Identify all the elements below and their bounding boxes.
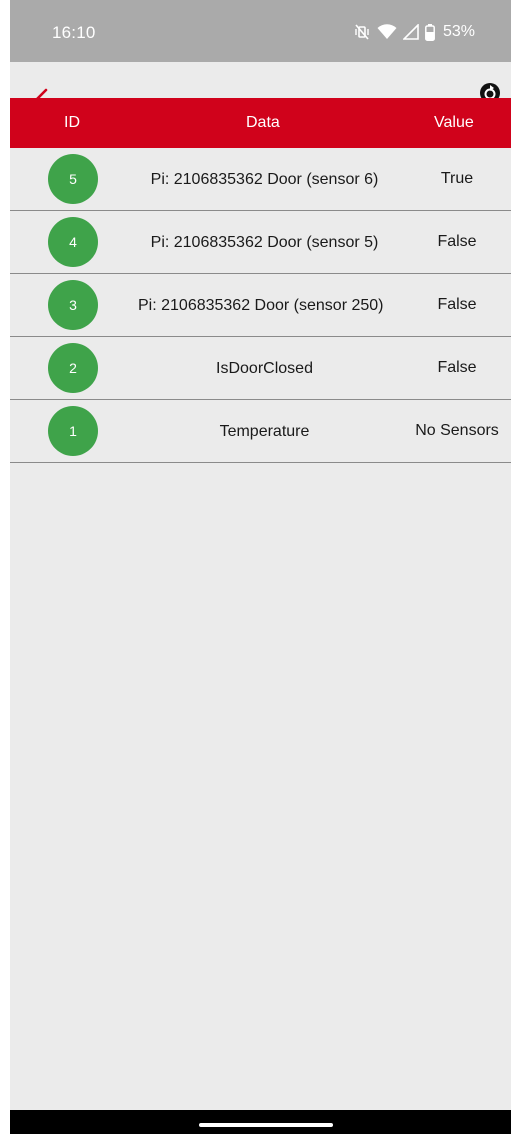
id-badge: 4 (48, 217, 98, 267)
home-indicator[interactable] (199, 1123, 333, 1127)
status-time: 16:10 (52, 23, 96, 42)
row-data: Pi: 2106835362 Door (sensor 5) (150, 233, 379, 251)
vibrate-off-icon (353, 23, 371, 41)
row-value: False (437, 296, 477, 313)
row-value: No Sensors (415, 422, 499, 439)
table-row[interactable]: 1 Temperature No Sensors (10, 400, 511, 463)
row-data: Pi: 2106835362 Door (sensor 250) (138, 296, 384, 314)
row-value: False (437, 233, 477, 250)
wifi-icon (377, 24, 397, 40)
signal-icon (402, 24, 419, 40)
id-badge: 3 (48, 280, 98, 330)
table-row[interactable]: 5 Pi: 2106835362 Door (sensor 6) True (10, 148, 511, 211)
row-data: Pi: 2106835362 Door (sensor 6) (150, 170, 379, 188)
table-row[interactable]: 2 IsDoorClosed False (10, 337, 511, 400)
header-value: Value (434, 114, 474, 131)
app-screen: 16:10 53% ID Data Value 5 Pi: 2106835362… (10, 0, 511, 1134)
table-row[interactable]: 4 Pi: 2106835362 Door (sensor 5) False (10, 211, 511, 274)
status-bar: 16:10 53% (10, 0, 511, 62)
header-id: ID (64, 114, 80, 131)
id-badge: 1 (48, 406, 98, 456)
navigation-bar (10, 1110, 511, 1134)
id-badge: 5 (48, 154, 98, 204)
header-data: Data (246, 114, 280, 131)
id-badge: 2 (48, 343, 98, 393)
app-bar (10, 62, 511, 100)
battery-icon (425, 23, 435, 41)
row-data: Temperature (219, 422, 310, 440)
table-row[interactable]: 3 Pi: 2106835362 Door (sensor 250) False (10, 274, 511, 337)
status-icons: 53% (353, 21, 475, 43)
row-data: IsDoorClosed (216, 359, 313, 377)
table-body: 5 Pi: 2106835362 Door (sensor 6) True 4 … (10, 148, 511, 463)
row-value: True (440, 170, 474, 187)
battery-percent: 53% (442, 23, 475, 40)
table-header: ID Data Value (10, 98, 511, 148)
row-value: False (437, 359, 477, 376)
